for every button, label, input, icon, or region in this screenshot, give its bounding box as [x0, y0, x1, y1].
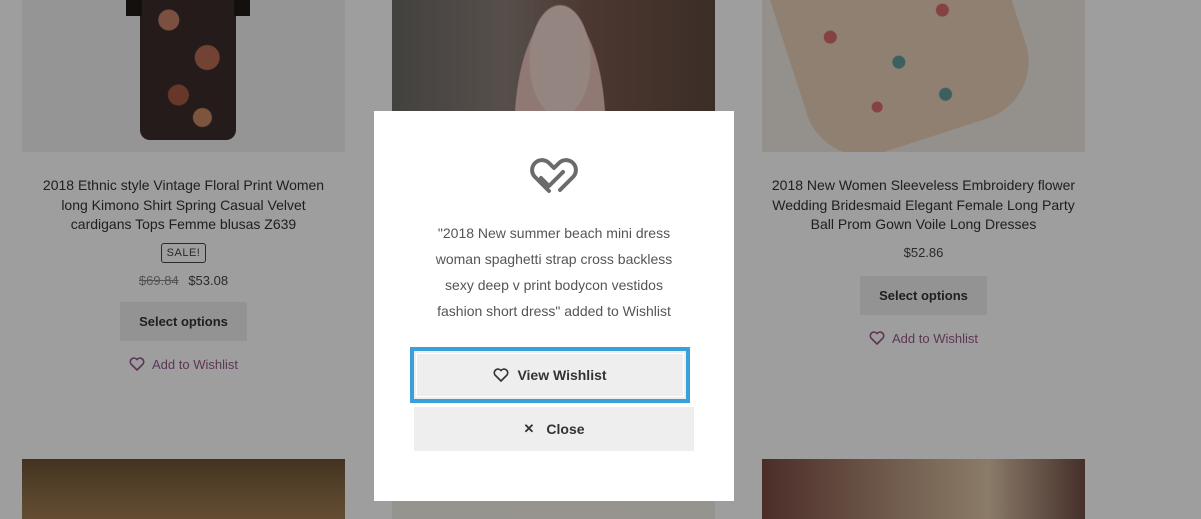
view-wishlist-button[interactable]: View Wishlist — [410, 347, 690, 403]
close-button[interactable]: ✕ Close — [414, 407, 694, 451]
message-line: "2018 New summer beach mini dress — [437, 225, 671, 241]
focus-ring-inner — [416, 353, 684, 397]
heart-check-icon — [530, 158, 578, 193]
close-icon: ✕ — [523, 421, 535, 436]
close-label: Close — [546, 421, 585, 437]
message-line: sexy deep v print bodycon vestidos — [445, 277, 663, 293]
wishlist-added-modal: "2018 New summer beach mini dress woman … — [374, 111, 734, 501]
message-line: woman spaghetti strap cross backless — [435, 251, 673, 267]
wishlist-added-message: "2018 New summer beach mini dress woman … — [414, 220, 694, 324]
shop-page: 2018 Ethnic style Vintage Floral Print W… — [0, 0, 1201, 519]
message-line: fashion short dress" added to Wishlist — [437, 303, 671, 319]
